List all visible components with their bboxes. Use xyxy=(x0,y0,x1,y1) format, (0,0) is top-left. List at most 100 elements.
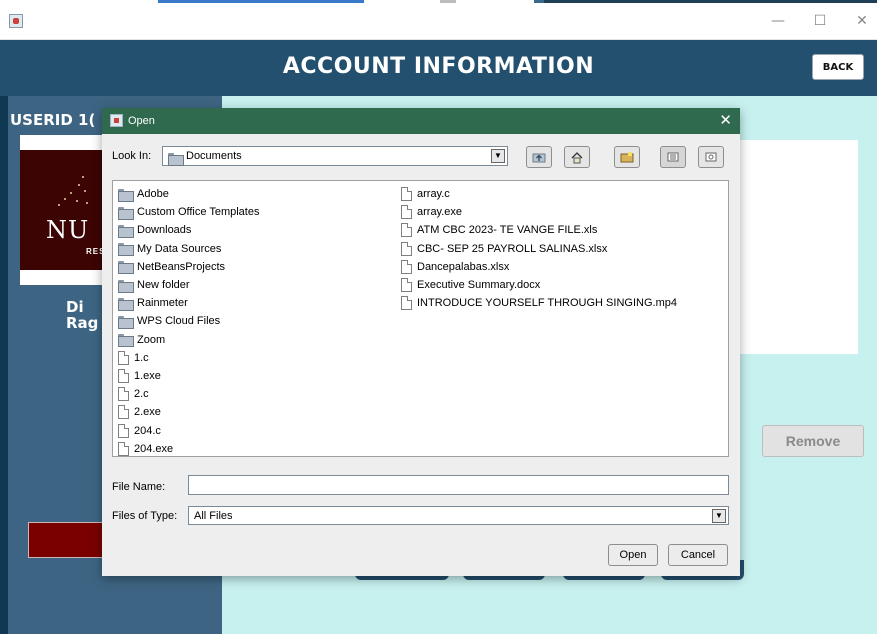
background-window-strip xyxy=(158,0,364,3)
item-label: Rainmeter xyxy=(137,297,188,310)
look-in-value: Documents xyxy=(186,150,242,162)
item-label: WPS Cloud Files xyxy=(137,315,221,328)
file-name-input[interactable] xyxy=(188,475,729,495)
file-item[interactable]: 204.c xyxy=(118,421,259,439)
file-item[interactable]: INTRODUCE YOURSELF THROUGH SINGING.mp4 xyxy=(401,294,677,312)
folder-item[interactable]: Custom Office Templates xyxy=(118,203,259,221)
background-window-strip xyxy=(440,0,456,3)
background-window-strip xyxy=(544,0,877,3)
folder-icon xyxy=(118,334,134,348)
left-edge xyxy=(0,96,8,634)
app-window: — ☐ ✕ ACCOUNT INFORMATION BACK Remove US… xyxy=(0,0,877,634)
logo-dot xyxy=(58,204,60,206)
item-label: array.exe xyxy=(417,206,463,219)
folder-item[interactable]: NetBeansProjects xyxy=(118,258,259,276)
item-label: CBC- SEP 25 PAYROLL SALINAS.xlsx xyxy=(417,242,608,255)
file-item[interactable]: 204.exe xyxy=(118,440,259,458)
folder-item[interactable]: New folder xyxy=(118,276,259,294)
logo-dot xyxy=(76,200,78,202)
new-folder-button[interactable] xyxy=(614,146,640,168)
item-label: Executive Summary.docx xyxy=(417,279,541,292)
file-item[interactable]: Dancepalabas.xlsx xyxy=(401,258,677,276)
folder-icon xyxy=(118,297,134,311)
window-titlebar: — ☐ ✕ xyxy=(0,0,877,40)
file-icon xyxy=(401,241,412,256)
chevron-down-icon[interactable]: ▼ xyxy=(712,509,726,523)
file-icon xyxy=(401,296,412,311)
remove-button[interactable]: Remove xyxy=(762,425,864,457)
back-button[interactable]: BACK xyxy=(812,54,864,80)
folder-item[interactable]: Rainmeter xyxy=(118,294,259,312)
folder-icon xyxy=(118,243,134,257)
item-label: Downloads xyxy=(137,224,192,237)
userid-label: USERID 1( xyxy=(10,111,96,129)
item-label: Custom Office Templates xyxy=(137,206,260,219)
item-label: array.c xyxy=(417,188,450,201)
home-button[interactable] xyxy=(564,146,590,168)
file-icon xyxy=(401,223,412,238)
logo-dot xyxy=(84,190,86,192)
file-item[interactable]: 1.c xyxy=(118,349,259,367)
file-item[interactable]: 1.exe xyxy=(118,367,259,385)
logo-text: NU xyxy=(46,216,90,244)
folder-item[interactable]: Adobe xyxy=(118,185,259,203)
up-folder-icon xyxy=(532,153,546,163)
open-button[interactable]: Open xyxy=(608,544,658,566)
list-view-button[interactable] xyxy=(660,146,686,168)
file-item[interactable]: ATM CBC 2023- TE VANGE FILE.xls xyxy=(401,221,677,239)
item-label: 204.exe xyxy=(134,442,174,455)
file-icon xyxy=(118,387,129,402)
logo-dot xyxy=(82,176,84,178)
folder-item[interactable]: WPS Cloud Files xyxy=(118,312,259,330)
details-view-button[interactable] xyxy=(698,146,724,168)
file-item[interactable]: Executive Summary.docx xyxy=(401,276,677,294)
maximize-button[interactable]: ☐ xyxy=(806,10,834,32)
file-icon xyxy=(401,278,412,293)
files-of-type-combo[interactable]: All Files ▼ xyxy=(188,506,729,525)
file-list-column: array.c array.exe ATM CBC 2023- TE VANGE F… xyxy=(401,185,677,312)
file-item[interactable]: array.c xyxy=(401,185,677,203)
look-in-label: Look In: xyxy=(112,150,152,162)
file-icon xyxy=(118,423,129,438)
up-one-level-button[interactable] xyxy=(526,146,552,168)
item-label: NetBeansProjects xyxy=(137,260,226,273)
user-name-line2: Rag xyxy=(66,314,99,332)
item-label: Dancepalabas.xlsx xyxy=(417,260,510,273)
files-of-type-label: Files of Type: xyxy=(112,510,178,522)
cancel-button[interactable]: Cancel xyxy=(668,544,728,566)
folder-icon xyxy=(118,279,134,293)
minimize-button[interactable]: — xyxy=(764,10,792,32)
background-window-strip xyxy=(534,0,544,3)
look-in-combo[interactable]: Documents ▼ xyxy=(162,146,508,166)
java-app-icon xyxy=(110,114,123,127)
folder-icon xyxy=(118,261,134,275)
file-icon xyxy=(401,187,412,202)
item-label: Adobe xyxy=(137,188,169,201)
file-icon xyxy=(118,441,129,456)
folder-icon xyxy=(168,151,184,169)
file-item[interactable]: 2.c xyxy=(118,385,259,403)
item-label: 1.c xyxy=(134,351,149,364)
file-item[interactable]: 2.exe xyxy=(118,403,259,421)
folder-item[interactable]: Zoom xyxy=(118,331,259,349)
folder-item[interactable]: Downloads xyxy=(118,221,259,239)
chevron-down-icon[interactable]: ▼ xyxy=(491,149,505,163)
file-item[interactable]: CBC- SEP 25 PAYROLL SALINAS.xlsx xyxy=(401,240,677,258)
dialog-close-icon[interactable]: ✕ xyxy=(719,111,732,129)
folder-icon xyxy=(118,188,134,202)
file-icon xyxy=(401,205,412,220)
open-file-dialog: Open ✕ Look In: Documents ▼ Adobe Custom … xyxy=(102,108,740,576)
header-bar: ACCOUNT INFORMATION xyxy=(0,40,877,96)
file-name-label: File Name: xyxy=(112,481,166,493)
item-label: Zoom xyxy=(137,333,166,346)
item-label: ATM CBC 2023- TE VANGE FILE.xls xyxy=(417,224,598,237)
page-title: ACCOUNT INFORMATION xyxy=(282,54,595,79)
file-item[interactable]: array.exe xyxy=(401,203,677,221)
item-label: My Data Sources xyxy=(137,242,222,255)
window-close-button[interactable]: ✕ xyxy=(848,10,876,32)
file-icon xyxy=(401,259,412,274)
file-icon xyxy=(118,368,129,383)
folder-item[interactable]: My Data Sources xyxy=(118,240,259,258)
file-list[interactable]: Adobe Custom Office Templates Downloads My … xyxy=(112,180,729,457)
logo-dot xyxy=(64,198,66,200)
